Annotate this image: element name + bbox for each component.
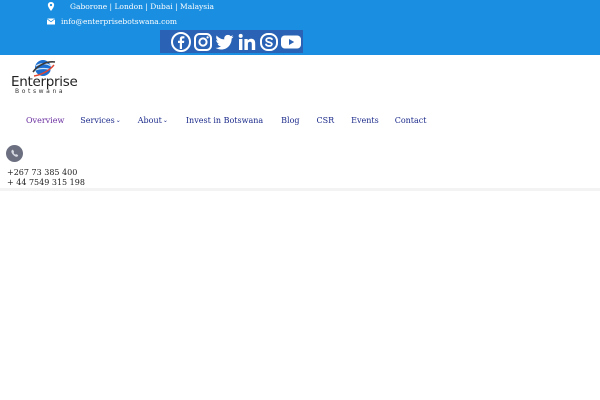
top-bar: Gaborone | London | Dubai | Malaysia inf…: [0, 0, 600, 55]
nav-label-about: About: [137, 115, 162, 125]
social-icons-bar: [160, 30, 303, 53]
nav-item-invest[interactable]: Invest in Botswana: [186, 116, 263, 125]
nav-item-services[interactable]: Services ⌄: [80, 116, 120, 125]
chevron-down-icon: ⌄: [162, 116, 168, 124]
envelope-icon: [47, 18, 55, 25]
nav-item-events[interactable]: Events: [351, 116, 379, 125]
phone-number-botswana[interactable]: +267 73 385 400: [7, 168, 85, 178]
linkedin-icon[interactable]: [236, 31, 257, 53]
nav-label-blog: Blog: [281, 115, 300, 125]
contact-phones: +267 73 385 400 + 44 7549 315 198: [6, 145, 85, 187]
twitter-icon[interactable]: [214, 31, 235, 53]
nav-item-csr[interactable]: CSR: [317, 116, 335, 125]
email-row[interactable]: info@enterprisebotswana.com: [47, 17, 177, 26]
nav-label-overview: Overview: [26, 115, 65, 125]
nav-item-overview[interactable]: Overview: [26, 116, 64, 125]
header-divider: [0, 188, 600, 191]
nav-item-about[interactable]: About ⌄: [138, 116, 168, 125]
phone-icon: [6, 145, 23, 162]
locations-row: Gaborone | London | Dubai | Malaysia: [47, 2, 214, 11]
nav-label-services: Services: [80, 115, 115, 125]
nav-item-blog[interactable]: Blog: [281, 116, 299, 125]
locations-text: Gaborone | London | Dubai | Malaysia: [70, 2, 214, 11]
instagram-icon[interactable]: [192, 31, 213, 53]
nav-label-csr: CSR: [316, 115, 335, 125]
facebook-icon[interactable]: [170, 31, 191, 53]
logo-subtitle: Botswana: [15, 88, 66, 95]
skype-icon[interactable]: [258, 31, 279, 53]
chevron-down-icon: ⌄: [115, 116, 121, 124]
youtube-icon[interactable]: [280, 31, 302, 53]
nav-item-contact[interactable]: Contact: [395, 116, 427, 125]
main-navigation: Overview Services ⌄ About ⌄ Invest in Bo…: [26, 114, 427, 126]
nav-label-invest: Invest in Botswana: [185, 115, 264, 125]
map-pin-icon: [47, 2, 55, 11]
nav-label-events: Events: [351, 115, 379, 125]
nav-label-contact: Contact: [394, 115, 427, 125]
site-logo[interactable]: Enterprise Botswana: [11, 57, 78, 97]
email-link[interactable]: info@enterprisebotswana.com: [61, 17, 177, 26]
phone-number-uk[interactable]: + 44 7549 315 198: [7, 178, 85, 188]
